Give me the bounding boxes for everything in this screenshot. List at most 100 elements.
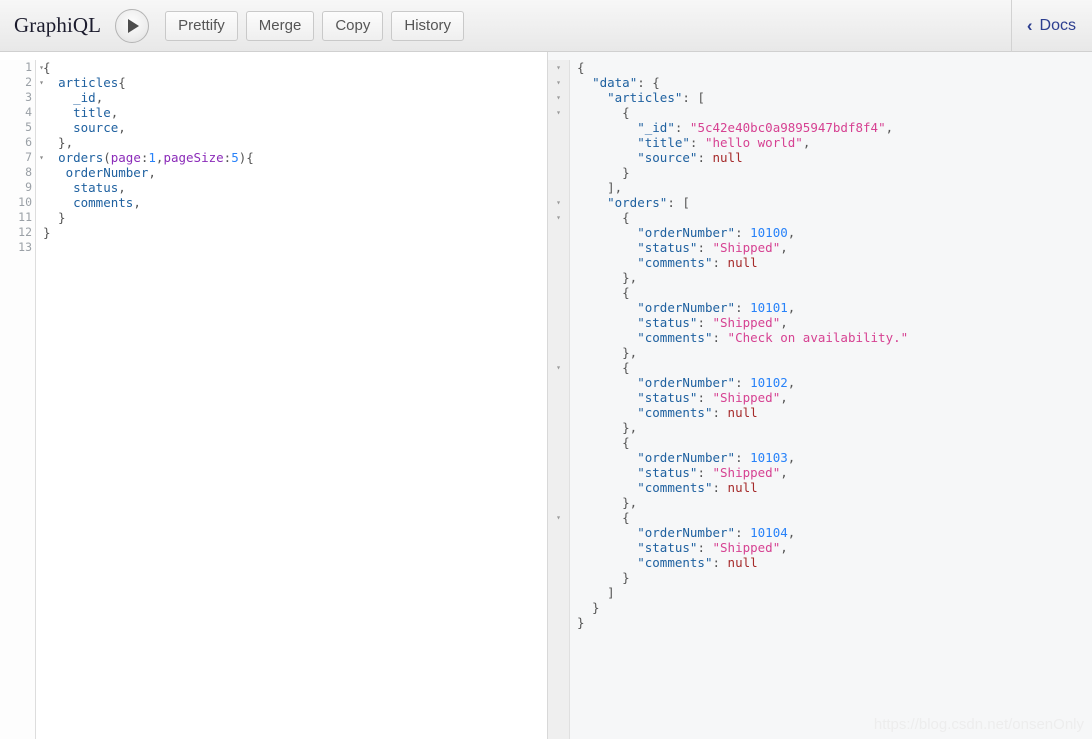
token: {: [577, 510, 630, 525]
result-gutter-line: [548, 225, 569, 240]
token: articles: [58, 75, 119, 90]
token: "status": [637, 315, 698, 330]
fold-arrow-icon[interactable]: ▾: [548, 360, 569, 375]
token: :: [697, 240, 713, 255]
token: ,: [802, 135, 811, 150]
toolbar-button-prettify[interactable]: Prettify: [165, 10, 238, 41]
fold-arrow-icon[interactable]: ▾: [548, 210, 569, 225]
fold-arrow-icon[interactable]: ▾: [35, 60, 44, 75]
code-line: {: [577, 435, 1092, 450]
query-codemirror[interactable]: 1 ▾ 2 ▾ 3 4 5 6 7 ▾ 8 9 10 11 12 13 { articles{ _id, ti…: [0, 52, 547, 739]
toolbar-button-history[interactable]: History: [391, 10, 465, 41]
code-line: "orderNumber": 10102,: [577, 375, 1092, 390]
fold-arrow-icon[interactable]: ▾: [548, 75, 569, 90]
token: "Shipped": [712, 465, 781, 480]
token: ,: [780, 540, 788, 555]
code-line: "orders": [: [577, 195, 1092, 210]
token: {: [577, 60, 585, 75]
code-line: {: [577, 210, 1092, 225]
fold-arrow-icon[interactable]: ▾: [35, 150, 44, 165]
token: ,: [780, 240, 788, 255]
token: ,: [118, 180, 126, 195]
token: :: [735, 525, 751, 540]
token: "status": [637, 540, 698, 555]
code-line: "orderNumber": 10101,: [577, 300, 1092, 315]
fold-arrow-icon[interactable]: ▾: [35, 75, 44, 90]
result-gutter-line: [548, 585, 569, 600]
token: ,: [780, 315, 788, 330]
token: 10102: [750, 375, 788, 390]
query-gutter[interactable]: 1 ▾ 2 ▾ 3 4 5 6 7 ▾ 8 9 10 11 12 13: [0, 60, 44, 739]
result-gutter-line: [548, 345, 569, 360]
token: ,: [780, 390, 788, 405]
toolbar-button-merge[interactable]: Merge: [245, 10, 315, 41]
result-gutter-line: [548, 495, 569, 510]
token: : [: [667, 195, 690, 210]
query-code[interactable]: { articles{ _id, title, source, }, order…: [36, 60, 547, 739]
token: :: [697, 315, 713, 330]
token: },: [577, 345, 638, 360]
execute-query-button[interactable]: [115, 8, 150, 43]
token: :: [735, 300, 751, 315]
token: ,: [787, 525, 796, 540]
token: {: [577, 360, 630, 375]
result-gutter-line: [548, 570, 569, 585]
token: "comments": [637, 555, 713, 570]
fold-arrow-icon[interactable]: ▾: [548, 105, 569, 120]
token: :: [697, 465, 713, 480]
code-line: _id,: [43, 90, 547, 105]
token: :: [735, 450, 751, 465]
code-line: articles{: [43, 75, 547, 90]
code-line: "status": "Shipped",: [577, 465, 1092, 480]
token: "comments": [637, 405, 713, 420]
code-line: }: [43, 210, 547, 225]
result-viewer-pane[interactable]: ▾ ▾ ▾ ▾ ▾ ▾ ▾ ▾ { "data": { "articles": [ { …: [547, 52, 1092, 739]
fold-arrow-icon[interactable]: ▾: [548, 195, 569, 210]
token: ,: [133, 195, 141, 210]
token: 10100: [750, 225, 788, 240]
query-editor-pane[interactable]: 1 ▾ 2 ▾ 3 4 5 6 7 ▾ 8 9 10 11 12 13 { articles{ _id, ti…: [0, 52, 547, 739]
fold-arrow-icon[interactable]: ▾: [548, 60, 569, 75]
code-line: }: [577, 570, 1092, 585]
code-line: },: [577, 420, 1092, 435]
token: 10101: [750, 300, 788, 315]
code-line: },: [43, 135, 547, 150]
code-line: "status": "Shipped",: [577, 315, 1092, 330]
token: "Shipped": [712, 240, 781, 255]
token: orderNumber: [65, 165, 149, 180]
token: "orderNumber": [637, 450, 736, 465]
result-gutter-line: [548, 600, 569, 615]
result-gutter-line: [548, 390, 569, 405]
token: :: [735, 375, 751, 390]
fold-arrow-icon[interactable]: ▾: [548, 90, 569, 105]
result-codemirror[interactable]: ▾ ▾ ▾ ▾ ▾ ▾ ▾ ▾ { "data": { "articles": [ { …: [548, 52, 1092, 739]
toolbar-button-copy[interactable]: Copy: [322, 10, 384, 41]
code-line: orderNumber,: [43, 165, 547, 180]
fold-arrow-icon[interactable]: ▾: [548, 510, 569, 525]
token: (: [103, 150, 111, 165]
token: ,: [110, 105, 119, 120]
token: source: [73, 120, 119, 135]
token: _id: [73, 90, 96, 105]
code-line: "articles": [: [577, 90, 1092, 105]
token: :: [712, 480, 728, 495]
token: null: [712, 150, 743, 165]
result-gutter-line: [548, 300, 569, 315]
code-line: }: [43, 225, 547, 240]
result-gutter[interactable]: ▾ ▾ ▾ ▾ ▾ ▾ ▾ ▾: [548, 60, 570, 739]
docs-button[interactable]: ‹ Docs: [1012, 0, 1092, 52]
token: "hello world": [704, 135, 803, 150]
result-gutter-line: [548, 120, 569, 135]
code-line: "orderNumber": 10104,: [577, 525, 1092, 540]
token: },: [43, 135, 74, 150]
result-gutter-line: [548, 165, 569, 180]
token: pageSize: [163, 150, 224, 165]
